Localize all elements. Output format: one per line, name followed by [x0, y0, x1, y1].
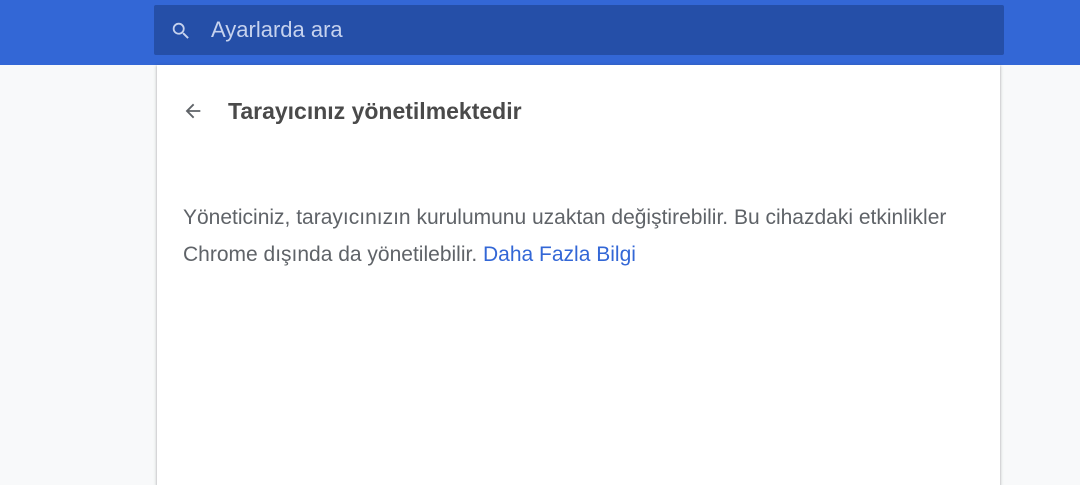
management-description: Yöneticiniz, tarayıcınızın kurulumunu uz…: [183, 199, 983, 273]
page-title: Tarayıcınız yönetilmektedir: [228, 98, 522, 124]
search-input[interactable]: [211, 5, 991, 55]
managed-browser-card: Tarayıcınız yönetilmektedir Yöneticiniz,…: [157, 65, 1000, 485]
settings-toolbar: [0, 0, 1080, 65]
arrow-back-icon: [185, 103, 201, 119]
search-icon: [172, 22, 189, 39]
back-button[interactable]: [177, 95, 209, 127]
learn-more-link[interactable]: Daha Fazla Bilgi: [483, 243, 636, 266]
search-box[interactable]: [154, 5, 1004, 55]
